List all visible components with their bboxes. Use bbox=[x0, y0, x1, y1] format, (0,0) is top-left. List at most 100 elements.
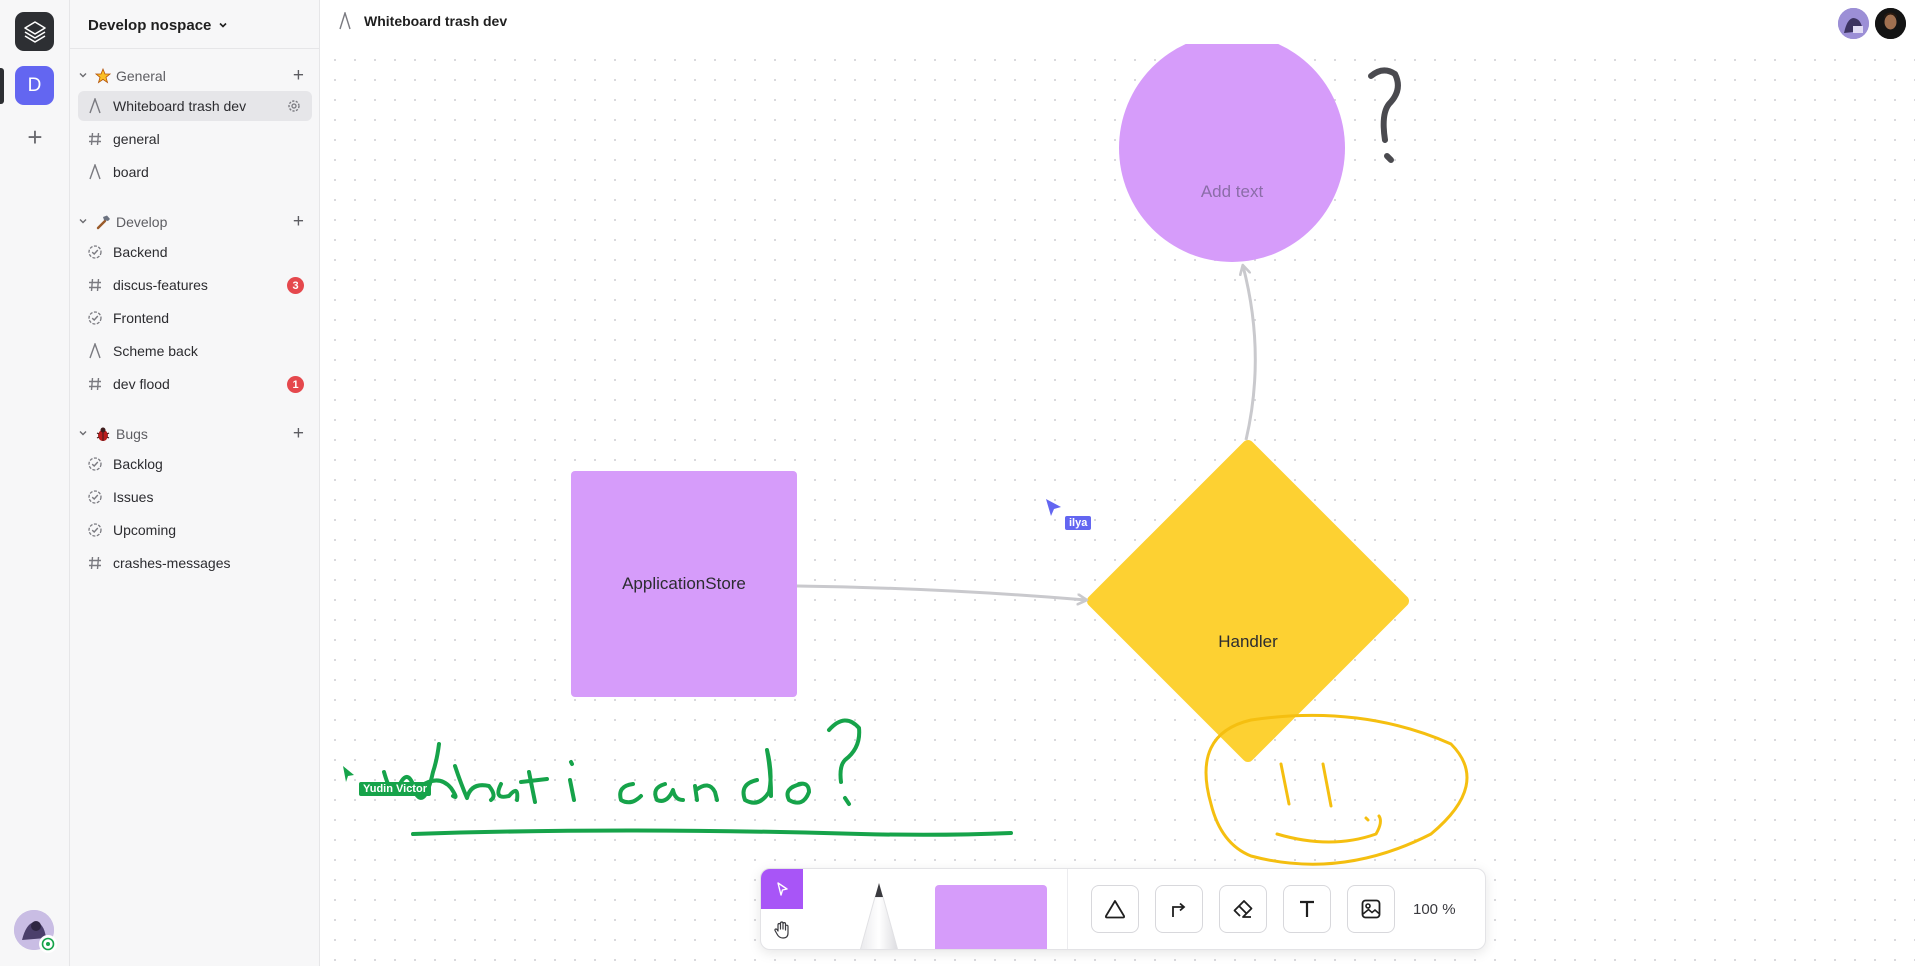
task-icon bbox=[86, 243, 104, 261]
hash-icon bbox=[86, 130, 104, 148]
connector-tool-button[interactable] bbox=[1155, 885, 1203, 933]
section-title: Bugs bbox=[116, 426, 148, 442]
sidebar-item-label: discus-features bbox=[113, 277, 208, 293]
image-tool-button[interactable] bbox=[1347, 885, 1395, 933]
circle-shape[interactable] bbox=[1119, 44, 1345, 262]
pen-tool-button[interactable] bbox=[823, 869, 935, 949]
unread-badge: 1 bbox=[287, 376, 304, 393]
sidebar-item-label: crashes-messages bbox=[113, 555, 231, 571]
cursor-pointer-icon bbox=[1046, 499, 1061, 516]
select-tool-button[interactable] bbox=[761, 869, 803, 909]
participant-avatar[interactable] bbox=[1875, 8, 1906, 39]
section-header-develop[interactable]: Develop + bbox=[70, 210, 320, 234]
page-title-text: Whiteboard trash dev bbox=[364, 13, 508, 29]
whiteboard-icon bbox=[86, 342, 104, 360]
text-tool-button[interactable] bbox=[1283, 885, 1331, 933]
ink-handwriting[interactable] bbox=[382, 718, 862, 806]
sidebar-item-frontend[interactable]: Frontend bbox=[78, 303, 312, 333]
hash-icon bbox=[86, 375, 104, 393]
pencil-icon bbox=[860, 883, 898, 949]
hash-icon bbox=[86, 276, 104, 294]
participant-avatar[interactable] bbox=[1838, 8, 1869, 39]
sidebar-item-label: Upcoming bbox=[113, 522, 177, 538]
unread-badge: 3 bbox=[287, 277, 304, 294]
triangle-icon bbox=[1104, 900, 1126, 919]
section-bugs: Bugs + Backlog Issues Upcoming crashes-m… bbox=[70, 422, 320, 578]
sidebar-item-label: Scheme back bbox=[113, 343, 198, 359]
toolbar-divider bbox=[1067, 869, 1068, 949]
sidebar-item-backlog[interactable]: Backlog bbox=[78, 449, 312, 479]
hammer-icon bbox=[94, 214, 112, 230]
section-header-general[interactable]: General + bbox=[70, 64, 320, 88]
circle-text-placeholder[interactable]: Add text bbox=[1119, 164, 1345, 220]
page-header: Whiteboard trash dev bbox=[320, 0, 1915, 44]
bug-icon bbox=[94, 426, 112, 442]
board-drawing bbox=[343, 44, 1469, 866]
section-title: Develop bbox=[116, 214, 168, 230]
task-icon bbox=[86, 309, 104, 327]
sidebar-divider bbox=[70, 48, 320, 49]
add-channel-button[interactable]: + bbox=[293, 65, 304, 87]
add-space-button[interactable]: + bbox=[22, 124, 48, 150]
drawing-toolbar: 100 % bbox=[760, 868, 1486, 950]
section-title: General bbox=[116, 68, 166, 84]
pointer-icon bbox=[777, 882, 788, 896]
workspace-rail: D + bbox=[0, 0, 70, 966]
sidebar-item-whiteboard-trash-dev[interactable]: Whiteboard trash dev bbox=[78, 91, 312, 121]
add-channel-button[interactable]: + bbox=[293, 211, 304, 233]
zoom-level[interactable]: 100 % bbox=[1413, 901, 1456, 918]
whiteboard-canvas[interactable]: Add text ApplicationStore Handler ilya Y… bbox=[321, 44, 1915, 966]
section-develop: Develop + Backend discus-features 3 Fron… bbox=[70, 210, 320, 399]
connector-arrow[interactable] bbox=[796, 584, 1086, 600]
sidebar-item-label: board bbox=[113, 164, 149, 180]
workspace-switcher[interactable]: Develop nospace bbox=[88, 14, 229, 36]
diamond-shape[interactable] bbox=[1087, 440, 1409, 762]
space-button-d[interactable]: D bbox=[15, 66, 54, 105]
user-avatar[interactable] bbox=[14, 910, 57, 953]
sidebar-item-scheme-back[interactable]: Scheme back bbox=[78, 336, 312, 366]
shape-tool-button[interactable] bbox=[1091, 885, 1139, 933]
sidebar-item-backend[interactable]: Backend bbox=[78, 237, 312, 267]
task-icon bbox=[86, 488, 104, 506]
section-header-bugs[interactable]: Bugs + bbox=[70, 422, 320, 446]
elbow-arrow-icon bbox=[1172, 902, 1186, 917]
whiteboard-icon bbox=[86, 97, 104, 115]
workspace-name: Develop nospace bbox=[88, 16, 212, 34]
hash-icon bbox=[86, 554, 104, 572]
add-channel-button[interactable]: + bbox=[293, 423, 304, 445]
sidebar-item-label: general bbox=[113, 131, 160, 147]
remote-cursor-label: Yudin Victor bbox=[359, 782, 431, 796]
chevron-down-icon bbox=[78, 428, 90, 441]
remote-cursor-label: ilya bbox=[1065, 516, 1092, 530]
gear-icon[interactable] bbox=[286, 98, 302, 114]
channel-sidebar: Develop nospace General + Whiteboard tra… bbox=[70, 0, 320, 966]
whiteboard-icon bbox=[339, 12, 351, 30]
image-icon bbox=[1361, 899, 1381, 919]
sidebar-item-discus-features[interactable]: discus-features 3 bbox=[78, 270, 312, 300]
sidebar-item-board[interactable]: board bbox=[78, 157, 312, 187]
eraser-tool-button[interactable] bbox=[1219, 885, 1267, 933]
hand-tool-button[interactable] bbox=[761, 910, 803, 949]
sidebar-item-label: dev flood bbox=[113, 376, 170, 392]
text-t-icon bbox=[1300, 900, 1314, 917]
app-logo-icon[interactable] bbox=[15, 12, 54, 51]
diamond-label[interactable]: Handler bbox=[1148, 614, 1348, 670]
settings-gear-icon[interactable] bbox=[39, 935, 57, 953]
sidebar-item-label: Backlog bbox=[113, 456, 163, 472]
cursor-pointer-icon bbox=[343, 766, 354, 782]
chevron-down-icon bbox=[219, 22, 227, 28]
sidebar-item-upcoming[interactable]: Upcoming bbox=[78, 515, 312, 545]
task-icon bbox=[86, 455, 104, 473]
sidebar-item-dev-flood[interactable]: dev flood 1 bbox=[78, 369, 312, 399]
section-general: General + Whiteboard trash dev general b… bbox=[70, 64, 320, 187]
active-space-indicator bbox=[0, 68, 4, 104]
sidebar-item-label: Backend bbox=[113, 244, 168, 260]
connector-arrow[interactable] bbox=[1243, 266, 1257, 441]
ink-underline[interactable] bbox=[411, 828, 1013, 837]
ink-question-mark[interactable] bbox=[1368, 67, 1401, 163]
rectangle-label[interactable]: ApplicationStore bbox=[571, 556, 797, 612]
sidebar-item-crashes-messages[interactable]: crashes-messages bbox=[78, 548, 312, 578]
sidebar-item-general[interactable]: general bbox=[78, 124, 312, 154]
color-swatch-button[interactable] bbox=[935, 885, 1047, 949]
sidebar-item-issues[interactable]: Issues bbox=[78, 482, 312, 512]
